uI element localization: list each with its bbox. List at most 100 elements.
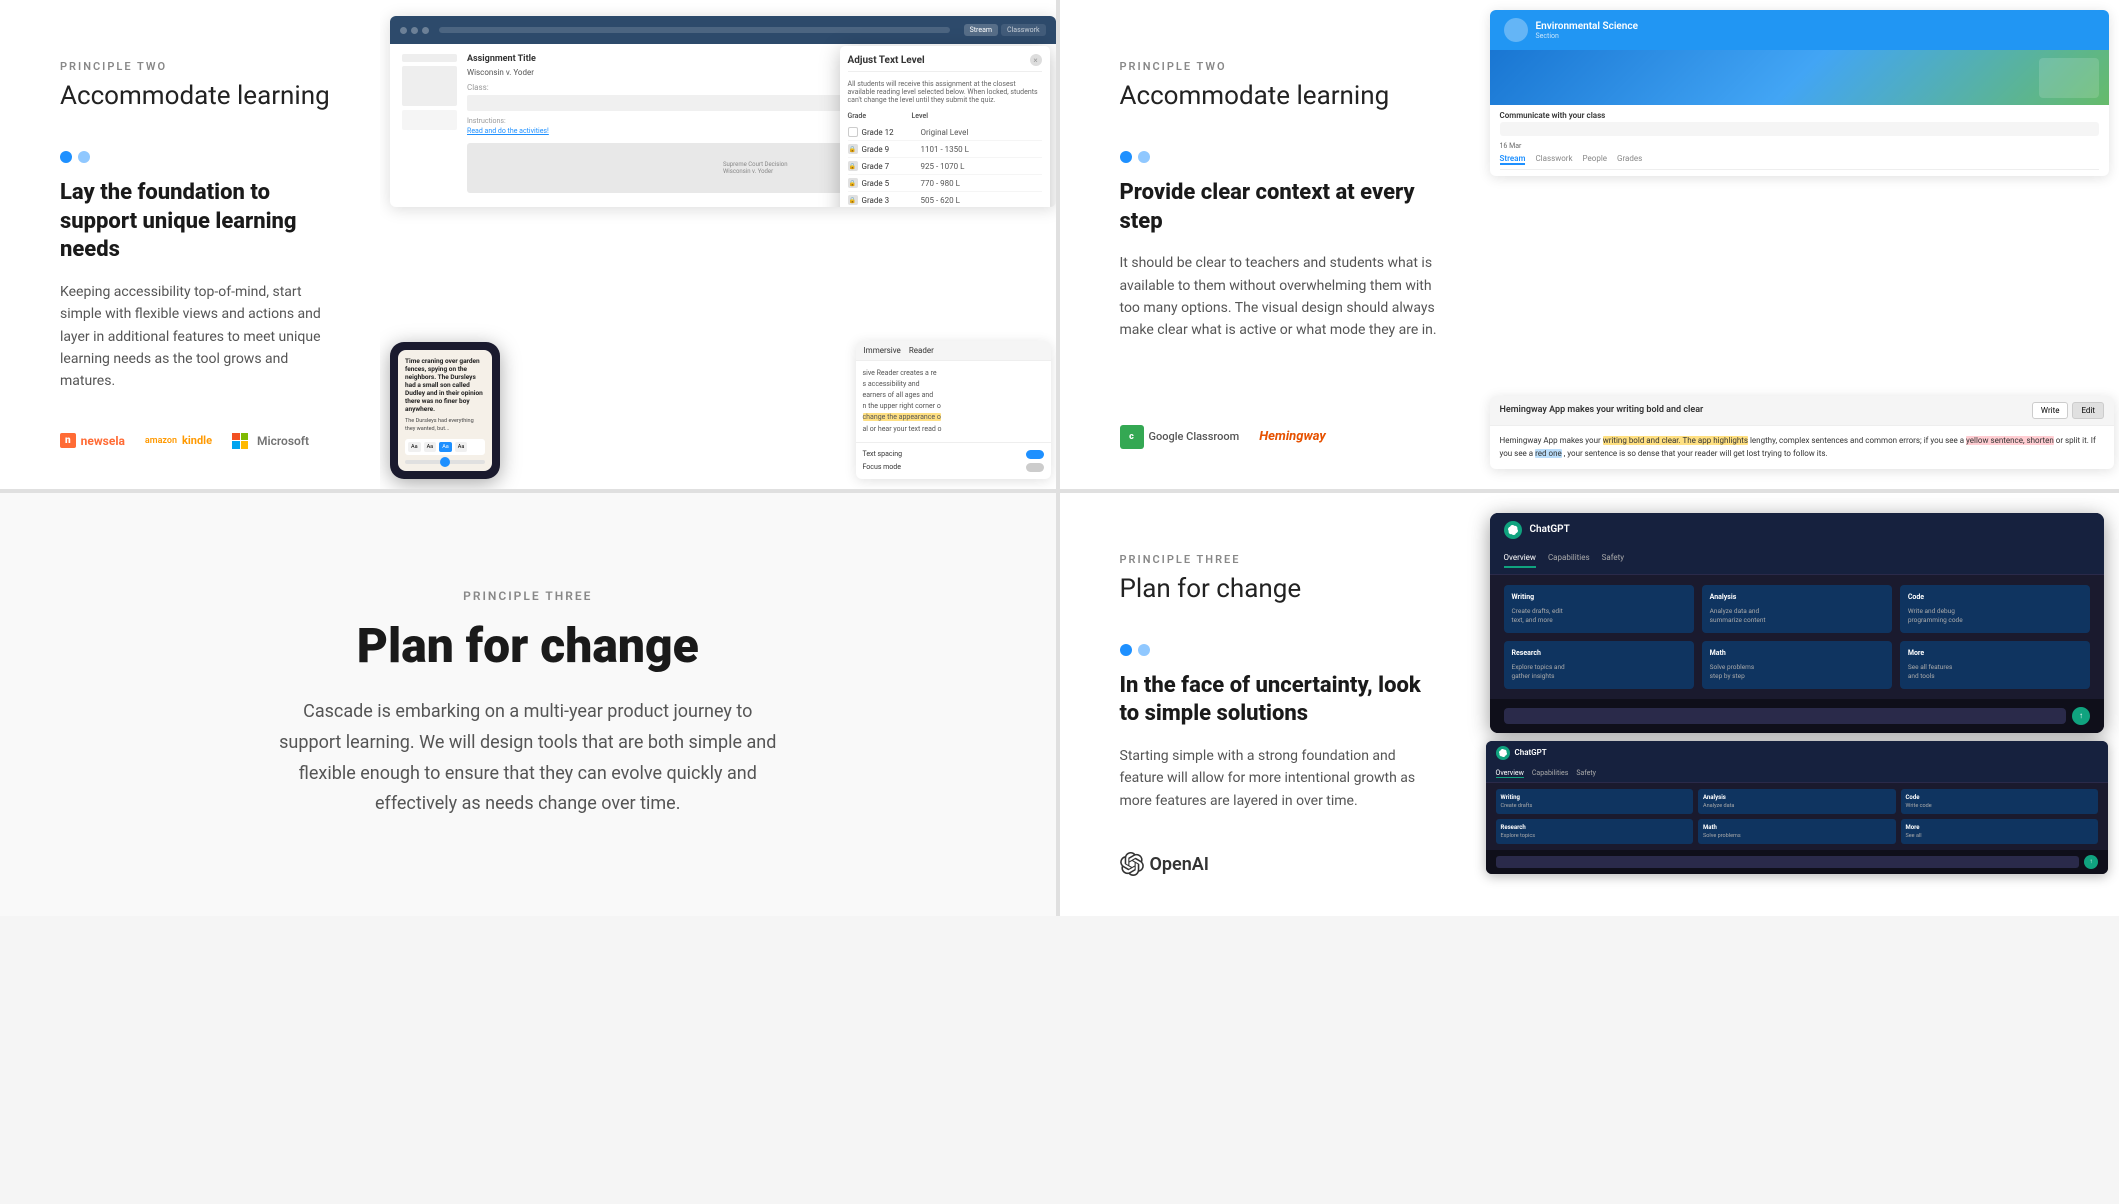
adjust-text-modal: Adjust Text Level × All students will re… <box>840 46 1050 207</box>
chatgpt-mock-1: ChatGPT Overview Capabilities Safety Wri… <box>1490 513 2105 733</box>
br-text-panel: PRINCIPLE THREE Plan for change In the f… <box>1060 493 1480 916</box>
phone-slider-thumb[interactable] <box>440 457 450 467</box>
logo-kindle: amazon kindle <box>145 434 212 447</box>
modal-lock-grade7[interactable]: 🔒 <box>848 161 858 171</box>
hemingway-highlight-1: writing bold and clear. The app highligh… <box>1603 436 1748 445</box>
hemingway-text-4: , your sentence is so dense that your re… <box>1564 449 1828 458</box>
br-dot-1 <box>1120 644 1132 656</box>
tl-section-heading: Lay the foundation to support unique lea… <box>60 179 340 265</box>
chatgpt-nav-overview[interactable]: Overview <box>1504 553 1536 568</box>
chatgpt-card-6: More See all featuresand tools <box>1900 641 2090 689</box>
toggle-off[interactable] <box>1026 463 1044 472</box>
toggle-on[interactable] <box>1026 450 1044 459</box>
br-logos: OpenAI <box>1120 852 1440 876</box>
tr-dot-indicators <box>1120 151 1440 163</box>
phone-btn-aa[interactable]: Aa <box>408 442 421 452</box>
logo-hemingway: Hemingway <box>1259 429 1326 444</box>
hemingway-text-1: Hemingway App makes your <box>1500 436 1603 445</box>
chatgpt-card-5: Math Solve problemsstep by step <box>1702 641 1892 689</box>
hemingway-label: Hemingway <box>1259 429 1326 444</box>
hemingway-highlight-3: red one <box>1535 449 1562 458</box>
tl-image-panel: Stream Classwork Assignment Title Wiscon… <box>380 0 1056 489</box>
hemingway-write-btn[interactable]: Write <box>2032 402 2069 419</box>
modal-title: Adjust Text Level <box>848 55 925 66</box>
tr-image-panel: Environmental Science Section Communicat… <box>1480 0 2119 489</box>
chatgpt-nav-capabilities[interactable]: Capabilities <box>1548 553 1590 568</box>
chatgpt-input[interactable] <box>1504 708 2067 724</box>
openai-icon <box>1120 852 1144 876</box>
hemingway-mock: Hemingway App makes your writing bold an… <box>1490 396 2115 469</box>
phone-screen: Time craning over garden fences, spying … <box>398 350 492 471</box>
tl-principle-label: PRINCIPLE TWO <box>60 60 340 73</box>
env-tab-grades[interactable]: Grades <box>1617 154 1642 165</box>
chatgpt-card-1: Writing Create drafts, edittext, and mor… <box>1504 585 1694 633</box>
chatgpt-sm-capabilities[interactable]: Capabilities <box>1532 769 1568 778</box>
env-tab-stream[interactable]: Stream <box>1500 154 1526 165</box>
modal-close-btn[interactable]: × <box>1030 54 1042 66</box>
openai-logo: OpenAI <box>1120 852 1209 876</box>
chatgpt-sm-send-btn[interactable]: ↑ <box>2084 855 2098 869</box>
logo-openai: OpenAI <box>1120 852 1209 876</box>
chatgpt-sm-safety[interactable]: Safety <box>1576 769 1596 778</box>
chatgpt-card-4: Research Explore topics andgather insigh… <box>1504 641 1694 689</box>
modal-lock-grade5[interactable]: 🔒 <box>848 178 858 188</box>
chatgpt-send-btn[interactable]: ↑ <box>2072 707 2090 725</box>
tl-section-body: Keeping accessibility top-of-mind, start… <box>60 281 340 393</box>
phone-slider[interactable] <box>405 460 485 464</box>
modal-lock-grade12[interactable] <box>848 127 858 137</box>
tr-principle-title: Accommodate learning <box>1120 81 1440 111</box>
quadrant-bottom-right: PRINCIPLE THREE Plan for change In the f… <box>1060 493 2119 916</box>
bl-section-heading: Plan for change <box>278 615 778 677</box>
modal-lock-grade9[interactable]: 🔒 <box>848 144 858 154</box>
phone-btn-active[interactable]: Aa <box>439 442 452 452</box>
newsela-header: Stream Classwork <box>390 16 1056 44</box>
env-banner <box>1490 50 2110 105</box>
hemingway-text-2: lengthy, complex sentences and common er… <box>1750 436 1966 445</box>
chatgpt-sm-input-area: ↑ <box>1486 850 2109 874</box>
chatgpt-input-area: ↑ <box>1490 699 2105 733</box>
env-stream-tabs: Stream Classwork People Grades <box>1500 154 2100 170</box>
env-communicate: Communicate with your class <box>1500 111 2100 120</box>
modal-description: All students will receive this assignmen… <box>848 80 1042 104</box>
env-avatar <box>1504 18 1528 42</box>
immersive-highlight: change the appearance o <box>863 413 941 421</box>
phone-btn-palette[interactable]: Aa <box>455 442 468 452</box>
bl-center-content: PRINCIPLE THREE Plan for change Cascade … <box>238 529 818 880</box>
br-dot-indicators <box>1120 644 1440 656</box>
google-classroom-icon: c <box>1120 425 1144 449</box>
openai-text: OpenAI <box>1150 854 1209 875</box>
phone-text: Time craning over garden fences, spying … <box>405 357 485 413</box>
kindle-label: kindle <box>182 434 212 447</box>
chatgpt-sm-input[interactable] <box>1496 856 2080 868</box>
chatgpt-header-1: ChatGPT <box>1490 513 2105 547</box>
chatgpt-sm-overview[interactable]: Overview <box>1496 769 1524 778</box>
chatgpt-nav-safety[interactable]: Safety <box>1602 553 1624 568</box>
env-tab-classwork[interactable]: Classwork <box>1535 154 1572 165</box>
newsela-label: newsela <box>81 434 125 448</box>
immersive-body: sive Reader creates a re s accessibility… <box>856 361 1051 442</box>
env-science-mock: Environmental Science Section Communicat… <box>1490 10 2110 176</box>
chatgpt-card-2: Analysis Analyze data andsummarize conte… <box>1702 585 1892 633</box>
env-decoration <box>2039 58 2099 98</box>
phone-btn-font[interactable]: Aa <box>424 442 437 452</box>
chatgpt-sm-card-6: More See all <box>1901 819 2099 844</box>
hemingway-edit-btn[interactable]: Edit <box>2072 402 2104 419</box>
chatgpt-sm-card-4: Research Explore topics <box>1496 819 1694 844</box>
newsela-icon: n <box>60 433 76 448</box>
modal-lock-grade3[interactable]: 🔒 <box>848 195 858 205</box>
tl-logos: n newsela amazon kindle Microsoft <box>60 433 340 449</box>
tl-dot-indicators <box>60 151 340 163</box>
tr-text-panel: PRINCIPLE TWO Accommodate learning Provi… <box>1060 0 1480 489</box>
chatgpt-sm-card-2: Analysis Analyze data <box>1698 789 1896 814</box>
bl-section-body: Cascade is embarking on a multi-year pro… <box>278 697 778 819</box>
env-tab-people[interactable]: People <box>1583 154 1607 165</box>
bl-principle-label: PRINCIPLE THREE <box>278 589 778 603</box>
chatgpt-body-1: Writing Create drafts, edittext, and mor… <box>1490 575 2105 699</box>
tl-dot-2 <box>78 151 90 163</box>
br-image-panel: ChatGPT Overview Capabilities Safety Wri… <box>1480 493 2119 916</box>
br-dot-2 <box>1138 644 1150 656</box>
env-date: 16 Mar <box>1500 142 2100 150</box>
env-input[interactable] <box>1500 122 2100 136</box>
tr-logos: c Google Classroom Hemingway <box>1120 425 1440 449</box>
chatgpt-mock-2: ChatGPT Overview Capabilities Safety Wri… <box>1486 741 2109 874</box>
